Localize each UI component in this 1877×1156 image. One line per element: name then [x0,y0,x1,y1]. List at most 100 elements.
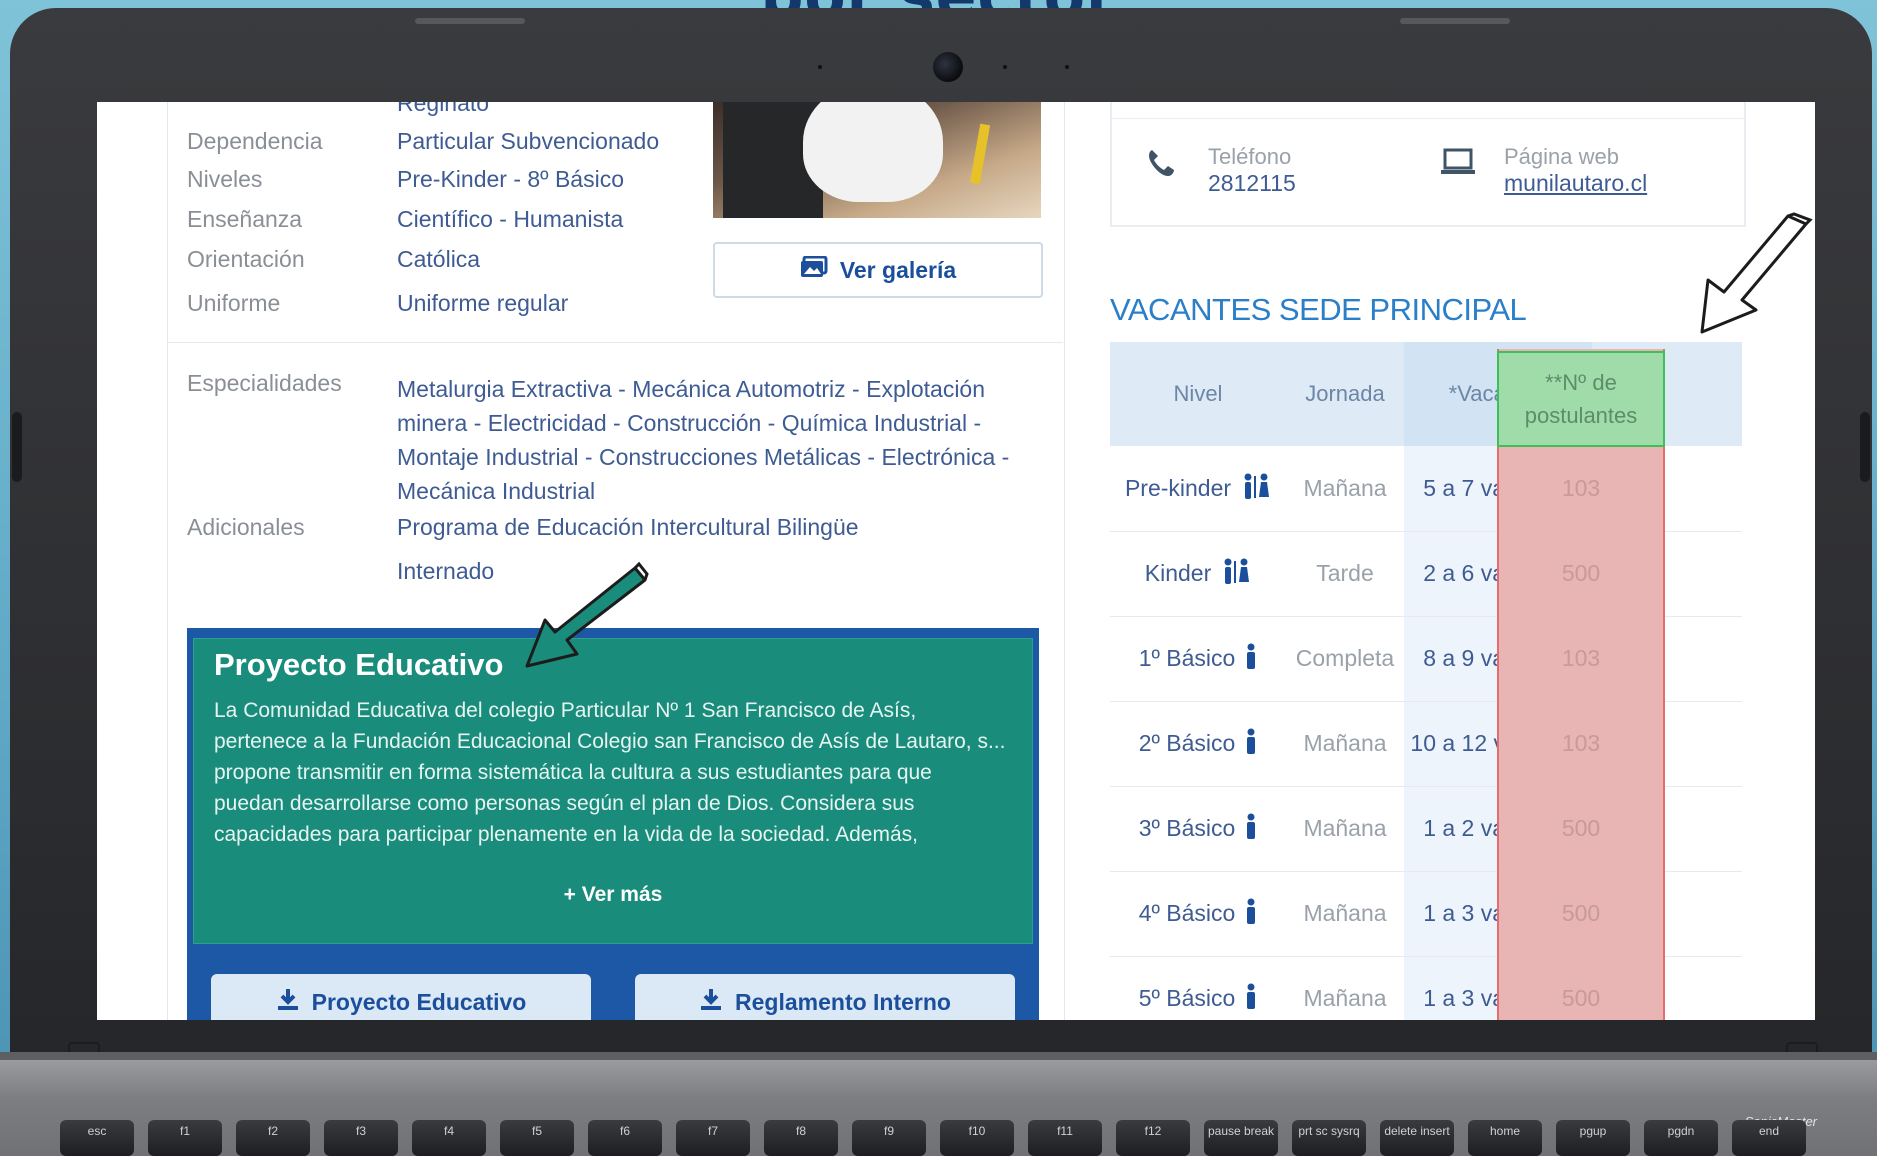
header-nivel: Nivel [1173,381,1223,406]
keyboard-key: f6 [588,1120,662,1156]
nivel-label: 1º Básico [1138,645,1236,671]
especialidades-line: Mecánica Industrial [397,478,596,504]
proyecto-text-line: propone transmitir en forma sistemática … [214,761,932,784]
person-icon [1245,728,1257,760]
vacantes-title: VACANTES SEDE PRINCIPAL [1110,292,1527,327]
info-value-orientacion: Católica [397,246,481,272]
contact-card: Teléfono 2812115 Página web munilautaro.… [1110,102,1746,227]
info-value-ensenanza: Científico - Humanista [397,206,624,232]
info-label-orientacion: Orientación [187,246,305,272]
annotation-arrow-icon [525,561,649,668]
cell-jornada: Mañana [1303,815,1387,841]
keyboard-key: f5 [500,1120,574,1156]
proyecto-text-line: capacidades para participar plenamente e… [214,823,918,846]
adicionales-label: Adicionales [187,514,305,540]
keyboard-key: prt sc sysrq [1292,1120,1366,1156]
keyboard-key: f2 [236,1120,310,1156]
download-reglamento-label: Reglamento Interno [735,988,951,1015]
keyboard-key: esc [60,1120,134,1156]
keyboard-key: pause break [1204,1120,1278,1156]
nivel-label: 4º Básico [1138,900,1236,926]
partial-top-value: Reginato [397,102,490,116]
school-photo [713,102,1041,218]
phone-icon [1146,148,1176,186]
webcam [933,52,963,82]
gallery-icon [800,255,828,284]
especialidades-list: Metalurgia Extractiva - Mecánica Automot… [397,372,1017,508]
keyboard-key: home [1468,1120,1542,1156]
cell-postulantes: 103 [1561,730,1601,756]
person-icon [1245,983,1257,1015]
cell-jornada: Mañana [1303,730,1387,756]
laptop-keyboard: SonicMaster escf1f2f3f4f5f6f7f8f9f10f11f… [0,1060,1877,1156]
info-value-uniforme: Uniforme regular [397,290,569,316]
proyecto-text: La Comunidad Educativa del colegio Parti… [214,695,1024,865]
proyecto-title: Proyecto Educativo [214,647,504,682]
keyboard-key: delete insert [1380,1120,1454,1156]
info-value-dependencia: Particular Subvencionado [397,128,660,154]
proyecto-text-line: La Comunidad Educativa del colegio Parti… [214,699,917,722]
keyboard-key: f9 [852,1120,926,1156]
web-link[interactable]: munilautaro.cl [1504,170,1647,197]
cell-nivel: 4º Básico [1110,871,1286,956]
adicionales-item: Programa de Educación Intercultural Bili… [397,514,859,540]
keyboard-key: f1 [148,1120,222,1156]
cell-postulantes: 500 [1561,985,1601,1011]
header-postulantes: **Nº de postulantes [1497,351,1665,447]
cell-nivel: 2º Básico [1110,701,1286,786]
gallery-button-label: Ver galería [839,256,957,283]
download-proyecto-button[interactable]: Proyecto Educativo [211,974,591,1020]
cell-postulantes: 103 [1561,475,1601,501]
cell-nivel: 5º Básico [1110,956,1286,1020]
keyboard-key: f12 [1116,1120,1190,1156]
proyecto-text-line: puedan desarrollarse como personas según… [214,792,915,815]
keyboard-key: f7 [676,1120,750,1156]
phone-value: 2812115 [1208,170,1296,196]
proyecto-text-line: pertenece a la Fundación Educacional Col… [214,730,1006,753]
keyboard-key: pgup [1556,1120,1630,1156]
download-proyecto-label: Proyecto Educativo [311,988,527,1015]
nivel-label: 5º Básico [1138,985,1236,1011]
mixed-gender-icon [1241,473,1271,505]
web-label: Página web [1504,144,1619,169]
proyecto-educativo-card: Proyecto Educativo La Comunidad Educativ… [187,628,1039,1020]
nivel-label: 3º Básico [1138,815,1236,841]
ver-mas-link[interactable]: + Ver más [194,883,1032,907]
especialidades-label: Especialidades [187,370,342,396]
cell-nivel: 3º Básico [1110,786,1286,871]
nivel-label: 2º Básico [1138,730,1236,756]
info-label-ensenanza: Enseñanza [187,206,303,232]
phone-label: Teléfono [1208,144,1292,169]
cell-postulantes: 103 [1561,645,1601,671]
adicionales-item: Internado [397,558,495,584]
keyboard-key: f8 [764,1120,838,1156]
cell-postulantes: 500 [1561,815,1601,841]
laptop-screen: Reginato Dependencia Particular Subvenci… [97,102,1815,1020]
especialidades-line: minera - Electricidad - Construcción - Q… [397,410,982,436]
info-label-uniforme: Uniforme [187,290,281,316]
info-value-niveles: Pre-Kinder - 8º Básico [397,166,624,192]
laptop-frame: Reginato Dependencia Particular Subvenci… [10,8,1872,1128]
nivel-label: Kinder [1144,560,1212,586]
info-label-niveles: Niveles [187,166,263,192]
nivel-label: Pre-kinder [1124,475,1232,501]
cell-nivel: 1º Básico [1110,616,1286,701]
keyboard-key: f3 [324,1120,398,1156]
gallery-button[interactable]: Ver galería [713,242,1043,298]
person-icon [1245,898,1257,930]
especialidades-line: Metalurgia Extractiva - Mecánica Automot… [397,376,986,402]
cell-nivel: Kinder [1110,531,1286,616]
mixed-gender-icon [1221,558,1251,590]
download-icon [276,987,300,1017]
cell-nivel: Pre-kinder [1110,446,1286,531]
keyboard-key: f11 [1028,1120,1102,1156]
keyboard-key: end [1732,1120,1806,1156]
cell-jornada: Mañana [1303,985,1387,1011]
download-reglamento-button[interactable]: Reglamento Interno [635,974,1015,1020]
cell-jornada: Mañana [1303,900,1387,926]
person-icon [1245,643,1257,675]
keyboard-key: f4 [412,1120,486,1156]
header-jornada: Jornada [1305,381,1385,406]
person-icon [1245,813,1257,845]
keyboard-key: pgdn [1644,1120,1718,1156]
